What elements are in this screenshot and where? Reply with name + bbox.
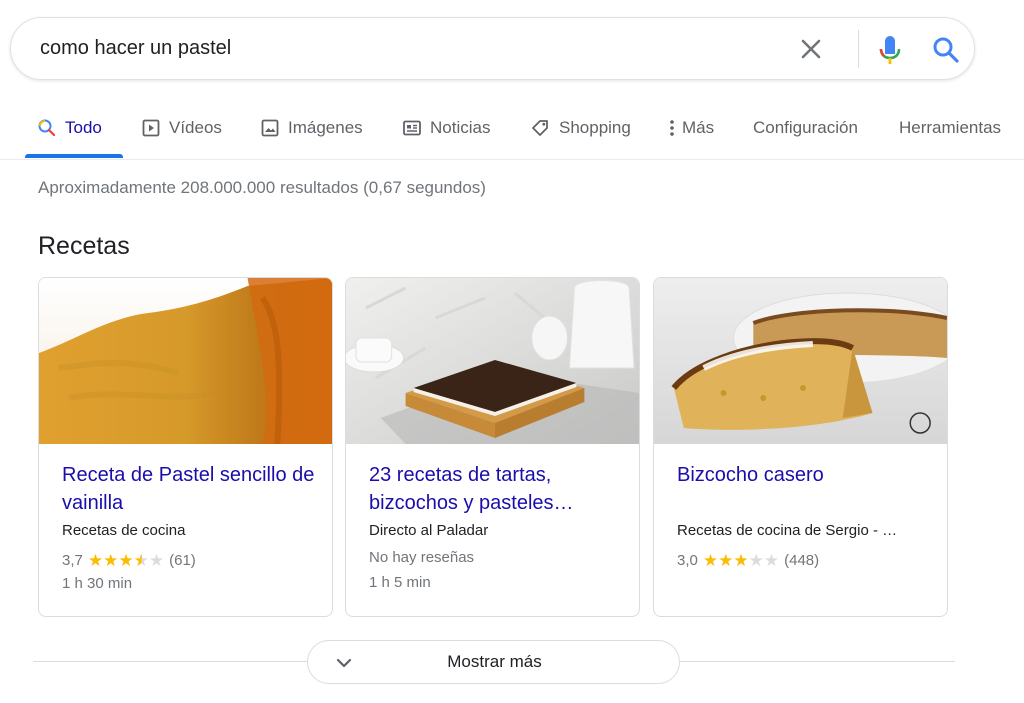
tab-mas[interactable]: Más bbox=[668, 100, 714, 160]
play-icon bbox=[142, 119, 160, 137]
tab-label: Configuración bbox=[753, 118, 858, 137]
recipe-title[interactable]: 23 recetas de tartas, bizcochos y pastel… bbox=[369, 461, 624, 517]
star-rating-icon: ★ ★ ★ ★ ★ bbox=[702, 551, 780, 570]
tab-label: Imágenes bbox=[288, 118, 363, 137]
recipe-image bbox=[39, 278, 332, 444]
recipe-time: 1 h 30 min bbox=[62, 575, 133, 592]
tab-shopping[interactable]: Shopping bbox=[531, 100, 631, 160]
recipe-source: Recetas de cocina bbox=[62, 522, 186, 539]
tab-label: Todo bbox=[65, 118, 102, 137]
tab-label: Noticias bbox=[430, 118, 491, 137]
star-rating-icon: ★ ★ ★ ★ ★ bbox=[87, 551, 165, 570]
search-icon bbox=[38, 119, 56, 137]
recipe-source: Directo al Paladar bbox=[369, 522, 489, 539]
divider-line bbox=[33, 661, 307, 662]
tab-label: Más bbox=[682, 118, 715, 137]
recipe-rating: 3,7 ★ ★ ★ ★ ★ (61) bbox=[62, 552, 196, 569]
tab-label: Herramientas bbox=[899, 118, 1002, 137]
search-input[interactable]: como hacer un pastel bbox=[40, 37, 231, 60]
divider-line bbox=[680, 661, 955, 662]
image-icon bbox=[261, 119, 279, 137]
recipe-card[interactable]: 23 recetas de tartas, bizcochos y pastel… bbox=[345, 277, 640, 617]
recipe-source: Recetas de cocina de Sergio - … bbox=[677, 522, 898, 539]
tab-configuracion[interactable]: Configuración bbox=[753, 100, 858, 160]
show-more-label: Mostrar más bbox=[447, 652, 542, 671]
recipe-image bbox=[346, 278, 639, 444]
show-more-button[interactable]: Mostrar más bbox=[307, 640, 680, 684]
recipe-title[interactable]: Bizcocho casero bbox=[677, 461, 932, 489]
tab-videos[interactable]: Vídeos bbox=[142, 100, 222, 160]
search-divider bbox=[858, 30, 859, 68]
recipe-card[interactable]: Bizcocho casero Recetas de cocina de Ser… bbox=[653, 277, 948, 617]
recipe-title[interactable]: Receta de Pastel sencillo de vainilla bbox=[62, 461, 317, 517]
tag-icon bbox=[532, 120, 548, 136]
no-reviews-label: No hay reseñas bbox=[369, 549, 475, 566]
rating-value: 3,7 bbox=[62, 552, 83, 569]
rating-value: 3,0 bbox=[677, 552, 698, 569]
active-tab-indicator bbox=[25, 154, 123, 158]
recipe-rating: 3,0 ★ ★ ★ ★ ★ (448) bbox=[677, 552, 819, 569]
review-count: (448) bbox=[784, 552, 820, 569]
more-vert-icon bbox=[670, 120, 674, 136]
recipes-heading: Recetas bbox=[38, 232, 130, 260]
recipe-card[interactable]: Receta de Pastel sencillo de vainilla Re… bbox=[38, 277, 333, 617]
search-tabs: Todo Vídeos Imágenes Noticias Shopping M… bbox=[0, 100, 1024, 160]
news-icon bbox=[403, 120, 421, 136]
search-bar[interactable]: como hacer un pastel bbox=[10, 17, 975, 80]
tab-label: Shopping bbox=[559, 118, 631, 137]
tab-noticias[interactable]: Noticias bbox=[403, 100, 490, 160]
tab-herramientas[interactable]: Herramientas bbox=[899, 100, 1001, 160]
mic-icon[interactable] bbox=[877, 34, 903, 66]
search-icon[interactable] bbox=[931, 35, 961, 65]
recipe-time: 1 h 5 min bbox=[369, 574, 431, 591]
tab-label: Vídeos bbox=[169, 118, 222, 137]
tab-imagenes[interactable]: Imágenes bbox=[261, 100, 363, 160]
review-count: (61) bbox=[169, 552, 196, 569]
clear-icon[interactable] bbox=[798, 36, 824, 62]
recipe-image bbox=[654, 278, 947, 444]
result-stats: Aproximadamente 208.000.000 resultados (… bbox=[38, 178, 486, 197]
tab-todo[interactable]: Todo bbox=[38, 100, 102, 160]
